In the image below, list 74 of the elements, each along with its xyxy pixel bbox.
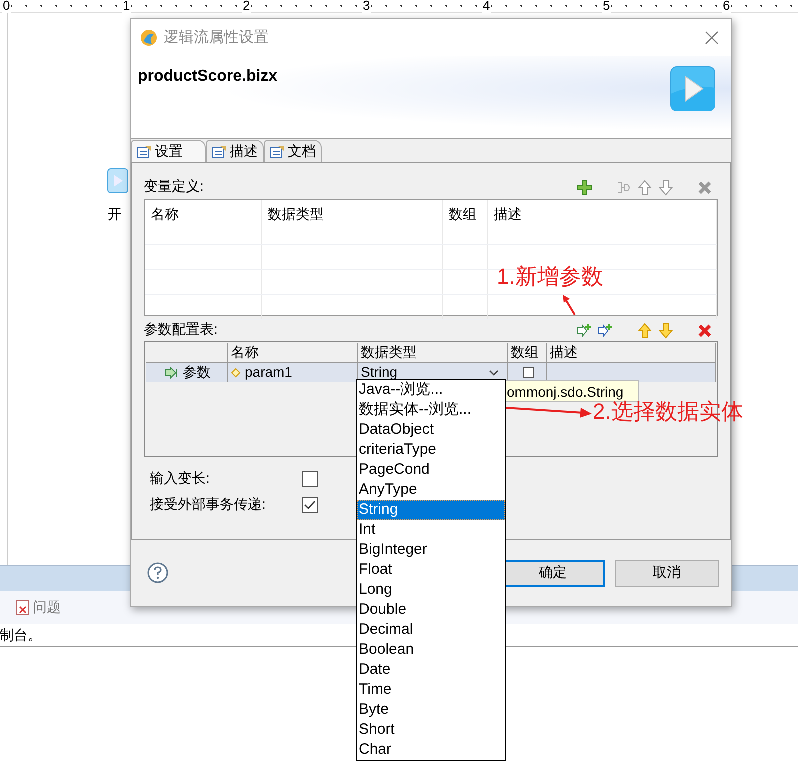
panel-tab[interactable]: 问题 (16, 598, 61, 616)
table-cell: param1 (245, 363, 292, 382)
app-logo-icon (140, 28, 158, 46)
column-header: 描述 (488, 200, 717, 244)
tab[interactable]: 文档 (264, 140, 322, 162)
option-label: 接受外部事务传递: (149, 496, 267, 514)
column-header: 名称 (145, 200, 262, 244)
down-arrow-icon[interactable] (658, 323, 674, 339)
column-header: 名称 (228, 343, 358, 362)
play-icon (669, 64, 717, 114)
dropdown-item[interactable]: Time (357, 680, 505, 700)
option-label: 输入变长: (149, 470, 211, 488)
ruler-number: 1 (122, 0, 132, 13)
dropdown-item[interactable]: Byte (357, 700, 505, 720)
document-icon (212, 144, 227, 158)
add-row-icon[interactable] (577, 323, 593, 339)
dropdown-item[interactable]: BigInteger (357, 540, 505, 560)
dropdown-item[interactable]: String (357, 500, 505, 520)
checkbox[interactable] (523, 367, 534, 378)
dropdown-item[interactable]: Int (357, 520, 505, 540)
problems-icon (16, 600, 30, 616)
file-title: productScore.bizx (138, 68, 278, 86)
checkbox[interactable] (302, 471, 318, 487)
add-child-icon[interactable] (598, 323, 614, 339)
document-icon (137, 144, 152, 158)
document-icon (270, 144, 285, 158)
column-header: 描述 (547, 343, 716, 362)
delete-icon[interactable] (697, 180, 713, 196)
column-header: 数组 (443, 200, 488, 244)
ruler-number: 2 (242, 0, 252, 13)
down-arrow-icon[interactable] (658, 180, 674, 196)
ruler-number: 5 (602, 0, 612, 13)
ruler-number: 4 (482, 0, 492, 13)
dropdown-item[interactable]: PageCond (357, 460, 505, 480)
dropdown-item[interactable]: Short (357, 720, 505, 740)
tooltip: ommonj.sdo.String (505, 380, 639, 402)
up-arrow-icon[interactable] (637, 180, 653, 196)
play-node-icon[interactable] (107, 168, 129, 194)
add-icon[interactable] (577, 180, 593, 196)
dropdown-item[interactable]: Java--浏览... (357, 380, 505, 400)
annotation-arrow (561, 294, 577, 316)
column-header: 数据类型 (262, 200, 443, 244)
section-label: 变量定义: (144, 178, 204, 196)
dropdown-item[interactable]: criteriaType (357, 440, 505, 460)
node-label: 开 (108, 206, 122, 224)
chevron-down-icon (489, 368, 499, 376)
dropdown-item[interactable]: Double (357, 600, 505, 620)
annotation-text: 2.选择数据实体 (593, 399, 744, 426)
dropdown-item[interactable]: AnyType (357, 480, 505, 500)
window-title: 逻辑流属性设置 (164, 28, 270, 47)
row-label: 参数 (183, 363, 211, 382)
column-header: 数组 (508, 343, 547, 362)
table-row[interactable]: 参数 param1 String (146, 363, 716, 382)
up-arrow-icon[interactable] (637, 323, 653, 339)
ruler-number: 3 (362, 0, 372, 13)
checkmark-icon (304, 500, 316, 510)
checkbox[interactable] (302, 497, 318, 513)
ruler-number: 0 (2, 0, 12, 13)
delete-icon[interactable] (697, 323, 713, 339)
input-arrow-icon (165, 366, 179, 378)
close-icon[interactable] (705, 30, 719, 44)
dropdown-item[interactable]: 数据实体--浏览... (357, 400, 505, 420)
tab[interactable]: 描述 (206, 140, 264, 162)
tab[interactable]: 设置 (131, 140, 206, 162)
dialog-button[interactable]: 取消 (615, 560, 719, 586)
dropdown-item[interactable]: Date (357, 660, 505, 680)
ruler-number: 6 (722, 0, 732, 13)
diamond-icon (231, 368, 241, 378)
dropdown-item[interactable]: DataObject (357, 420, 505, 440)
dropdown-item[interactable]: Char (357, 740, 505, 760)
section-label: 参数配置表: (144, 321, 218, 339)
column-header: 数据类型 (358, 343, 508, 362)
annotation-text: 1.新增参数 (497, 263, 604, 291)
help-icon[interactable] (147, 562, 169, 584)
